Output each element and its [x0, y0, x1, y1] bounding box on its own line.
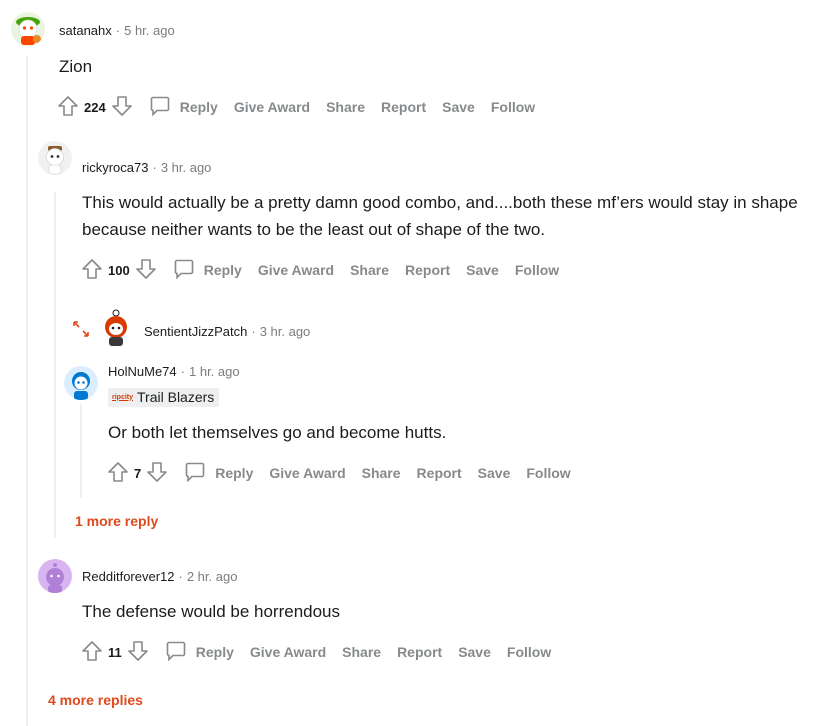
avatar[interactable]: [38, 141, 72, 175]
comment-body: Zion: [59, 57, 93, 76]
vote-group: 224: [56, 94, 134, 121]
reply-bubble-icon: [148, 94, 172, 121]
vote-score: 100: [108, 262, 130, 278]
separator-dot: ·: [152, 160, 157, 175]
upvote-icon[interactable]: [80, 257, 104, 284]
follow-button[interactable]: Follow: [515, 262, 559, 278]
reply-bubble-icon: [183, 460, 207, 487]
share-button[interactable]: Share: [342, 644, 381, 660]
avatar[interactable]: [64, 366, 98, 400]
save-button[interactable]: Save: [466, 262, 499, 278]
user-flair: ripcity Trail Blazers: [108, 388, 220, 407]
reply-bubble-icon: [164, 639, 188, 666]
comment-actions: 100 Reply Give Award Share Report Save F…: [80, 256, 559, 284]
thread-line-c1[interactable]: [26, 56, 28, 726]
timestamp[interactable]: 3 hr. ago: [161, 160, 212, 175]
report-button[interactable]: Report: [417, 465, 462, 481]
reply-label: Reply: [179, 99, 218, 115]
downvote-icon[interactable]: [145, 460, 169, 487]
report-button[interactable]: Report: [397, 644, 442, 660]
share-button[interactable]: Share: [326, 99, 365, 115]
reply-button[interactable]: Reply: [148, 94, 218, 121]
comment-body: Or both let themselves go and become hut…: [108, 423, 447, 442]
reply-label: Reply: [195, 644, 234, 660]
thread-line-c4[interactable]: [80, 404, 82, 498]
username[interactable]: SentientJizzPatch: [144, 324, 247, 339]
comment-meta: rickyroca73 · 3 hr. ago: [82, 160, 211, 175]
give-award-button[interactable]: Give Award: [269, 465, 345, 481]
username[interactable]: HolNuMe74: [108, 364, 177, 379]
give-award-button[interactable]: Give Award: [234, 99, 310, 115]
vote-score: 224: [84, 99, 106, 115]
avatar[interactable]: [11, 12, 45, 46]
vote-score: 7: [134, 465, 142, 481]
flair-icon: ripcity: [112, 393, 134, 401]
username[interactable]: Redditforever12: [82, 569, 175, 584]
comment-body: The defense would be horrendous: [82, 602, 341, 621]
expand-arrows-icon[interactable]: [72, 320, 90, 343]
vote-group: 11: [80, 639, 150, 666]
timestamp[interactable]: 1 hr. ago: [189, 364, 240, 379]
reply-button[interactable]: Reply: [172, 257, 242, 284]
reply-label: Reply: [203, 262, 242, 278]
timestamp[interactable]: 5 hr. ago: [124, 23, 175, 38]
comment-meta: HolNuMe74 · 1 hr. ago: [108, 364, 240, 379]
give-award-button[interactable]: Give Award: [250, 644, 326, 660]
downvote-icon[interactable]: [134, 257, 158, 284]
more-replies-link[interactable]: 4 more replies: [48, 692, 143, 708]
save-button[interactable]: Save: [478, 465, 511, 481]
downvote-icon[interactable]: [110, 94, 134, 121]
reply-button[interactable]: Reply: [183, 460, 253, 487]
vote-group: 7: [106, 460, 169, 487]
separator-dot: ·: [115, 23, 121, 38]
share-button[interactable]: Share: [362, 465, 401, 481]
report-button[interactable]: Report: [405, 262, 450, 278]
reply-bubble-icon: [172, 257, 196, 284]
username[interactable]: satanahx: [59, 23, 112, 38]
timestamp[interactable]: 2 hr. ago: [187, 569, 238, 584]
report-button[interactable]: Report: [381, 99, 426, 115]
comment-body: This would actually be a pretty damn goo…: [82, 193, 798, 239]
separator-dot: ·: [178, 569, 183, 584]
follow-button[interactable]: Follow: [526, 465, 570, 481]
timestamp[interactable]: 3 hr. ago: [260, 324, 311, 339]
comment-actions: 7 Reply Give Award Share Report Save Fol…: [106, 459, 571, 487]
comment-actions: 224 Reply Give Award Share Report Save F…: [56, 93, 535, 121]
upvote-icon[interactable]: [80, 639, 104, 666]
upvote-icon[interactable]: [56, 94, 80, 121]
vote-group: 100: [80, 257, 158, 284]
follow-button[interactable]: Follow: [507, 644, 551, 660]
separator-dot: ·: [180, 364, 185, 379]
comment-actions: 11 Reply Give Award Share Report Save Fo…: [80, 638, 551, 666]
reply-label: Reply: [215, 465, 254, 481]
follow-button[interactable]: Follow: [491, 99, 535, 115]
comment-meta: Redditforever12 · 2 hr. ago: [82, 569, 237, 584]
more-replies-link[interactable]: 1 more reply: [75, 513, 158, 529]
downvote-icon[interactable]: [126, 639, 150, 666]
comment-meta: SentientJizzPatch · 3 hr. ago: [144, 324, 310, 339]
separator-dot: ·: [251, 324, 256, 339]
avatar[interactable]: [98, 307, 134, 347]
flair-text: Trail Blazers: [137, 389, 215, 405]
thread-line-c2[interactable]: [54, 192, 56, 538]
username[interactable]: rickyroca73: [82, 160, 148, 175]
share-button[interactable]: Share: [350, 262, 389, 278]
upvote-icon[interactable]: [106, 460, 130, 487]
save-button[interactable]: Save: [458, 644, 491, 660]
save-button[interactable]: Save: [442, 99, 475, 115]
comment-meta: satanahx · 5 hr. ago: [59, 23, 175, 38]
give-award-button[interactable]: Give Award: [258, 262, 334, 278]
vote-score: 11: [108, 644, 122, 660]
avatar[interactable]: [38, 559, 72, 593]
reply-button[interactable]: Reply: [164, 639, 234, 666]
